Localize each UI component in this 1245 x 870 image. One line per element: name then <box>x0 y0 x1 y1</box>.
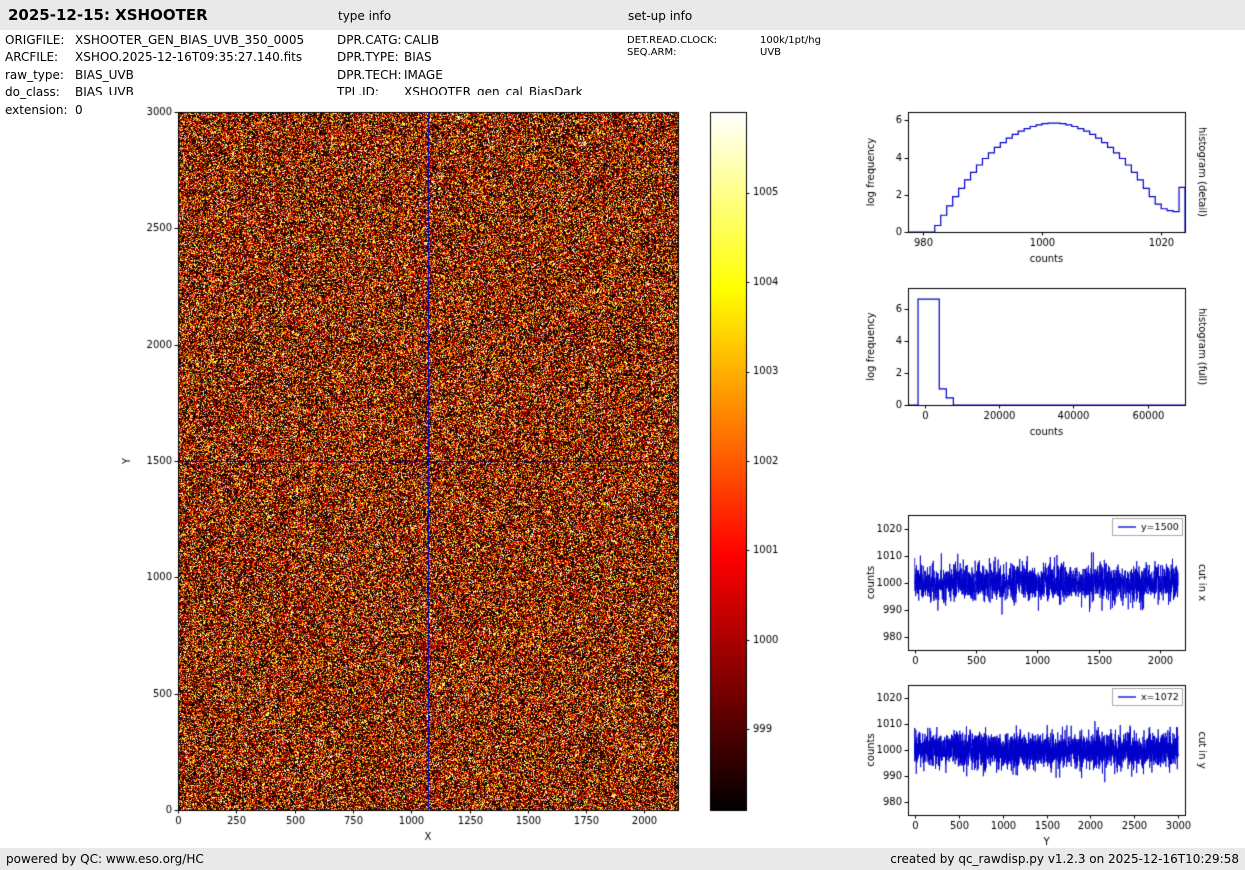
meta-label: extension: <box>5 102 75 119</box>
meta-value: BIAS <box>404 49 432 66</box>
meta-label: raw_type: <box>5 67 75 84</box>
page-title: 2025-12-15: XSHOOTER <box>8 6 208 24</box>
bias-image-plot <box>96 95 716 865</box>
footer-bar: powered by QC: www.eso.org/HC created by… <box>0 848 1245 870</box>
meta-row-seqarm: SEQ.ARM: UVB <box>627 47 821 59</box>
meta-label: DPR.TYPE: <box>337 49 404 66</box>
meta-row-arcfile: ARCFILE: XSHOO.2025-12-16T09:35:27.140.f… <box>5 49 304 66</box>
meta-value: 100k/1pt/hg <box>760 35 821 47</box>
meta-value: UVB <box>760 47 781 59</box>
meta-row-dprtype: DPR.TYPE: BIAS <box>337 49 583 66</box>
cut-in-x-plot <box>842 498 1237 686</box>
meta-label: ORIGFILE: <box>5 32 75 49</box>
meta-label: DPR.CATG: <box>337 32 404 49</box>
footer-created-by: created by qc_rawdisp.py v1.2.3 on 2025-… <box>890 852 1239 866</box>
meta-value: XSHOOTER_GEN_BIAS_UVB_350_0005 <box>75 32 304 49</box>
meta-label: SEQ.ARM: <box>627 47 760 59</box>
meta-row-origfile: ORIGFILE: XSHOOTER_GEN_BIAS_UVB_350_0005 <box>5 32 304 49</box>
meta-label: ARCFILE: <box>5 49 75 66</box>
meta-value: CALIB <box>404 32 439 49</box>
meta-label: DET.READ.CLOCK: <box>627 35 760 47</box>
meta-value: BIAS_UVB <box>75 67 134 84</box>
meta-row-dprcatg: DPR.CATG: CALIB <box>337 32 583 49</box>
setup-info-block: DET.READ.CLOCK: 100k/1pt/hg SEQ.ARM: UVB <box>627 35 821 58</box>
footer-powered-by: powered by QC: www.eso.org/HC <box>6 852 204 866</box>
meta-label: DPR.TECH: <box>337 67 404 84</box>
meta-row-rawtype: raw_type: BIAS_UVB <box>5 67 304 84</box>
type-info-heading: type info <box>338 9 391 23</box>
cut-in-y-plot <box>842 668 1237 850</box>
meta-row-dprtech: DPR.TECH: IMAGE <box>337 67 583 84</box>
colorbar <box>700 95 800 865</box>
type-info-block: DPR.CATG: CALIB DPR.TYPE: BIAS DPR.TECH:… <box>337 32 583 102</box>
header-bar: 2025-12-15: XSHOOTER type info set-up in… <box>0 0 1245 30</box>
meta-label: do_class: <box>5 84 75 101</box>
meta-value: 0 <box>75 102 83 119</box>
histogram-full-plot <box>842 271 1237 447</box>
setup-info-heading: set-up info <box>628 9 692 23</box>
histogram-detail-plot <box>842 95 1237 271</box>
meta-value: XSHOO.2025-12-16T09:35:27.140.fits <box>75 49 302 66</box>
meta-value: IMAGE <box>404 67 443 84</box>
meta-row-readclock: DET.READ.CLOCK: 100k/1pt/hg <box>627 35 821 47</box>
qc-report-page: 2025-12-15: XSHOOTER type info set-up in… <box>0 0 1245 870</box>
